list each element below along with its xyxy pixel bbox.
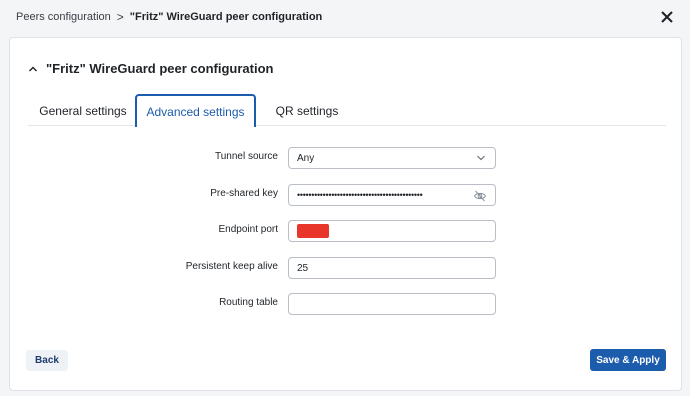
routing-table-row: Routing table: [10, 293, 683, 315]
section-title: "Fritz" WireGuard peer configuration: [46, 61, 274, 76]
peer-config-card: "Fritz" WireGuard peer configuration Gen…: [9, 37, 682, 391]
tunnel-source-label: Tunnel source: [215, 151, 278, 162]
save-apply-button[interactable]: Save & Apply: [590, 349, 666, 371]
persistent-keep-alive-input[interactable]: 25: [288, 257, 496, 279]
tab-general-settings[interactable]: General settings: [28, 95, 138, 126]
breadcrumb-separator: >: [116, 10, 124, 24]
routing-table-input[interactable]: [288, 293, 496, 315]
pre-shared-key-label: Pre-shared key: [210, 188, 278, 199]
endpoint-port-input[interactable]: [288, 220, 496, 242]
chevron-up-icon: [29, 66, 37, 71]
breadcrumb: Peers configuration > "Fritz" WireGuard …: [16, 10, 322, 24]
back-button[interactable]: Back: [26, 350, 68, 371]
breadcrumb-current: "Fritz" WireGuard peer configuration: [129, 11, 323, 23]
tab-qr-settings[interactable]: QR settings: [264, 95, 350, 126]
chevron-down-icon: [477, 155, 485, 161]
persistent-keep-alive-row: Persistent keep alive 25: [10, 257, 683, 279]
eye-off-icon[interactable]: [473, 189, 487, 203]
pre-shared-key-input[interactable]: ••••••••••••••••••••••••••••••••••••••••…: [288, 184, 496, 206]
routing-table-label: Routing table: [219, 297, 278, 308]
persistent-keep-alive-label: Persistent keep alive: [185, 261, 278, 272]
section-toggle[interactable]: "Fritz" WireGuard peer configuration: [28, 61, 273, 76]
tab-advanced-settings[interactable]: Advanced settings: [135, 94, 256, 127]
endpoint-port-label: Endpoint port: [218, 224, 279, 235]
tunnel-source-value: Any: [297, 152, 315, 164]
breadcrumb-parent-link[interactable]: Peers configuration: [16, 11, 111, 23]
redaction-mark: [297, 224, 329, 238]
persistent-keep-alive-value: 25: [297, 262, 309, 274]
tab-bar: General settings Advanced settings QR se…: [28, 94, 666, 127]
pre-shared-key-row: Pre-shared key •••••••••••••••••••••••••…: [10, 184, 683, 206]
pre-shared-key-value: ••••••••••••••••••••••••••••••••••••••••…: [297, 190, 423, 200]
top-bar: Peers configuration > "Fritz" WireGuard …: [0, 0, 690, 36]
close-icon[interactable]: [658, 8, 676, 26]
tunnel-source-row: Tunnel source Any: [10, 147, 683, 169]
tunnel-source-select[interactable]: Any: [288, 147, 496, 169]
endpoint-port-row: Endpoint port: [10, 220, 683, 242]
